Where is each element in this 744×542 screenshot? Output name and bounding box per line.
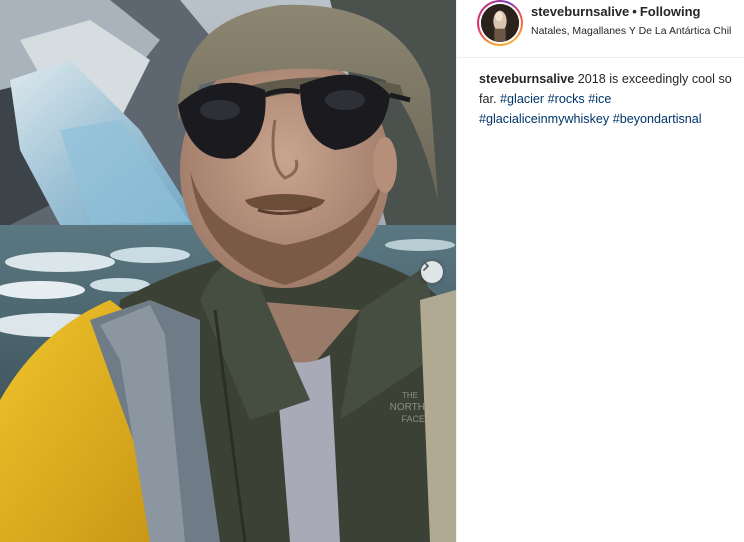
jacket-logo-line-3: FACE: [401, 414, 425, 424]
selfie-image: THE NORTH FACE: [0, 0, 456, 542]
caption-author-link[interactable]: steveburnsalive: [479, 72, 574, 86]
hashtag-beyondartisnal[interactable]: #beyondartisnal: [613, 112, 702, 126]
hashtag-glacialiceinmywhiskey[interactable]: #glacialiceinmywhiskey: [479, 112, 609, 126]
location-link[interactable]: Natales, Magallanes Y De La Antártica Ch…: [531, 25, 731, 37]
jacket-logo-line-1: THE: [402, 391, 418, 400]
next-photo-button[interactable]: [421, 261, 443, 283]
user-line: steveburnsalive • Following: [531, 4, 701, 19]
avatar[interactable]: [481, 4, 519, 42]
jacket-logo-line-2: NORTH: [390, 402, 425, 413]
chevron-right-icon: [423, 261, 437, 277]
post-caption: steveburnsalive 2018 is exceedingly cool…: [479, 69, 737, 129]
username-link[interactable]: steveburnsalive: [531, 4, 629, 19]
post-header: steveburnsalive • Following Natales, Magal…: [457, 0, 744, 58]
hashtag-glacier[interactable]: #glacier: [500, 92, 544, 106]
post-photo[interactable]: THE NORTH FACE: [0, 0, 456, 542]
following-button[interactable]: Following: [640, 4, 701, 19]
separator-dot: •: [632, 4, 637, 19]
story-ring[interactable]: [477, 0, 523, 46]
post-side-panel: steveburnsalive • Following Natales, Magal…: [456, 0, 744, 542]
hashtag-rocks[interactable]: #rocks: [548, 92, 585, 106]
hashtag-ice[interactable]: #ice: [588, 92, 611, 106]
